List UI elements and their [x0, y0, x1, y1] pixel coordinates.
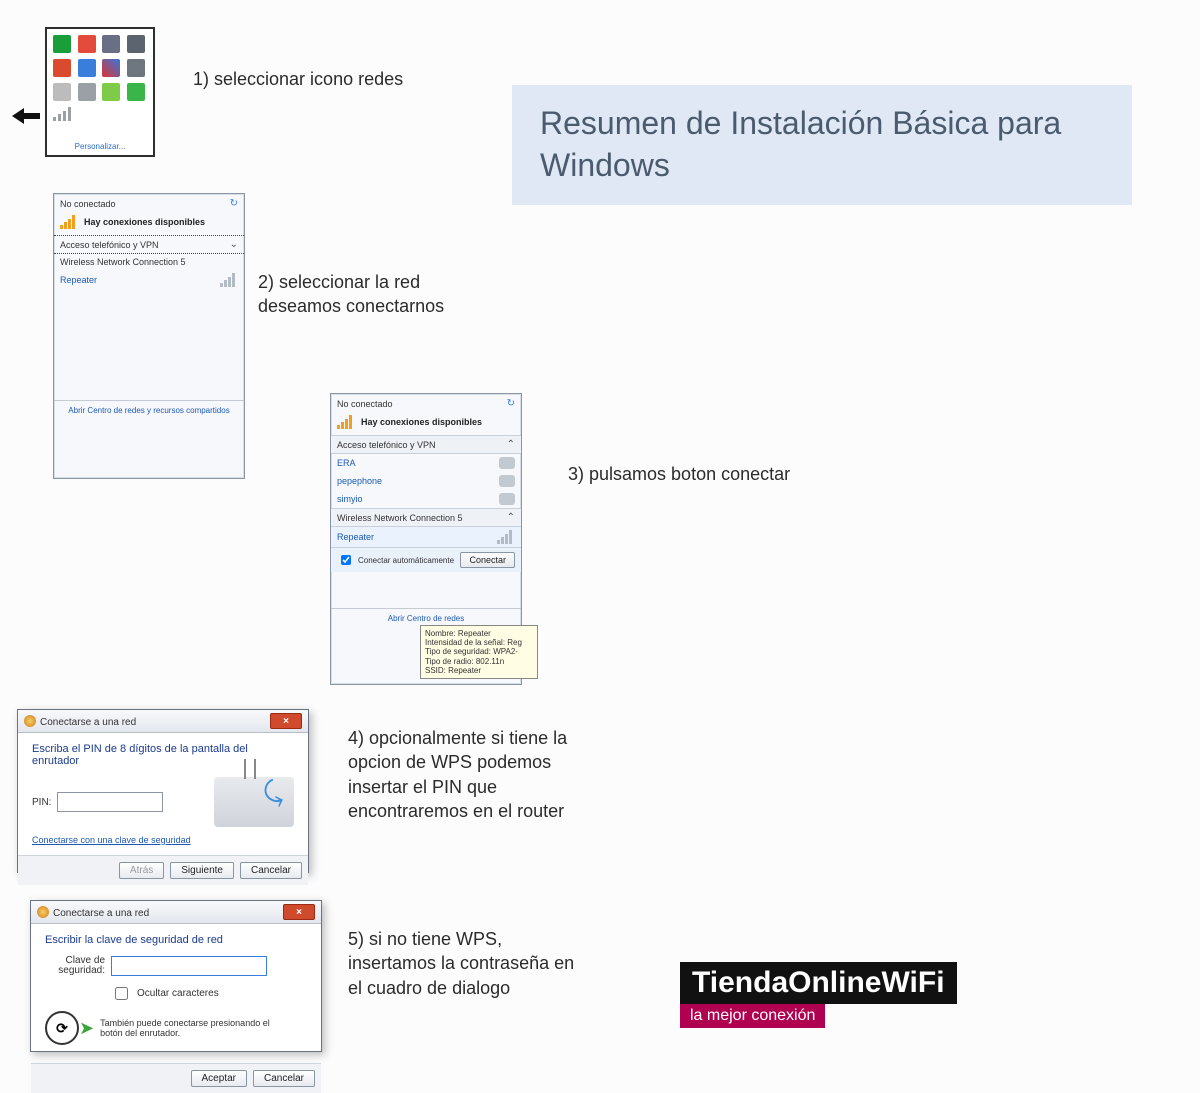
hide-chars-checkbox[interactable] [115, 987, 128, 1000]
network-item-repeater-selected[interactable]: Repeater [331, 527, 521, 547]
status-label: No conectado [60, 199, 116, 209]
tray-icon[interactable] [78, 59, 96, 77]
network-name: Repeater [60, 275, 97, 285]
cancel-button[interactable]: Cancelar [240, 862, 302, 879]
arrow-icon: ➤ [79, 1018, 94, 1039]
tooltip-line: Nombre: Repeater [425, 629, 533, 638]
auto-connect-checkbox[interactable] [341, 555, 351, 565]
step2-caption: 2) seleccionar la red deseamos conectarn… [258, 270, 478, 319]
modem-icon [499, 493, 515, 505]
logo-tagline: la mejor conexión [680, 1004, 825, 1028]
open-network-center-link[interactable]: Abrir Centro de redes y recursos compart… [54, 400, 244, 420]
auto-connect-label: Conectar automáticamente [358, 556, 454, 565]
security-key-link[interactable]: Conectarse con una clave de seguridad [32, 835, 294, 845]
next-button[interactable]: Siguiente [170, 862, 234, 879]
wireless-section[interactable]: Wireless Network Connection 5 ⌃ [331, 508, 521, 527]
wps-pin-dialog: Conectarse a una red × Escriba el PIN de… [17, 709, 309, 873]
section-label: Wireless Network Connection 5 [337, 513, 463, 523]
back-button: Atrás [119, 862, 164, 879]
signal-icon [337, 415, 355, 429]
tray-icon[interactable] [53, 35, 71, 53]
modem-icon [499, 475, 515, 487]
page-title: Resumen de Instalación Básica para Windo… [512, 85, 1132, 205]
section-label: Acceso telefónico y VPN [337, 440, 436, 450]
tray-icon[interactable] [53, 83, 71, 101]
hide-chars-label: Ocultar caracteres [137, 988, 219, 999]
vpn-item[interactable]: pepephone [331, 472, 521, 490]
chevron-down-icon: ⌄ [230, 239, 238, 250]
wps-hint: También puede conectarse presionando el … [100, 1018, 270, 1038]
dialog-icon [37, 906, 49, 918]
network-icon[interactable] [53, 107, 71, 121]
vpn-item[interactable]: ERA [331, 454, 521, 472]
step1-caption: 1) seleccionar icono redes [193, 67, 403, 91]
status-label: No conectado [337, 399, 393, 409]
pin-label: PIN: [32, 797, 51, 808]
close-button[interactable]: × [283, 904, 315, 920]
network-name: ERA [337, 458, 356, 468]
dialup-section[interactable]: Acceso telefónico y VPN ⌄ [54, 235, 244, 254]
tray-icon[interactable] [102, 35, 120, 53]
tooltip-line: Intensidad de la señal: Reg [425, 638, 533, 647]
tray-icon[interactable] [78, 35, 96, 53]
systray-panel: Personalizar... [45, 27, 155, 157]
step3-caption: 3) pulsamos boton conectar [568, 462, 790, 486]
dialog-title: Conectarse a una red [40, 717, 136, 728]
signal-icon [220, 273, 238, 287]
tray-icon[interactable] [102, 59, 120, 77]
cancel-button[interactable]: Cancelar [253, 1070, 315, 1087]
password-dialog: Conectarse a una red × Escribir la clave… [30, 900, 322, 1052]
dialog-icon [24, 715, 36, 727]
tray-icon[interactable] [53, 59, 71, 77]
wireless-section[interactable]: Wireless Network Connection 5 [54, 254, 244, 270]
accept-button[interactable]: Aceptar [191, 1070, 247, 1087]
tooltip-line: SSID: Repeater [425, 666, 533, 675]
chevron-up-icon: ⌃ [507, 439, 515, 450]
refresh-icon[interactable]: ↻ [230, 198, 238, 209]
network-tooltip: Nombre: Repeater Intensidad de la señal:… [420, 625, 538, 679]
customize-link[interactable]: Personalizar... [47, 142, 153, 151]
brand-logo: TiendaOnlineWiFi la mejor conexión [680, 962, 957, 1028]
network-item-repeater[interactable]: Repeater [54, 270, 244, 290]
signal-icon [60, 215, 78, 229]
dialog-title: Conectarse a una red [53, 908, 149, 919]
dialog-instruction: Escribir la clave de seguridad de red [45, 934, 307, 946]
tray-icon[interactable] [127, 35, 145, 53]
tooltip-line: Tipo de radio: 802.11n [425, 657, 533, 666]
step5-caption: 5) si no tiene WPS, insertamos la contra… [348, 927, 578, 1000]
connect-row: Conectar automáticamente Conectar [331, 547, 521, 572]
logo-title: TiendaOnlineWiFi [680, 962, 957, 1004]
refresh-icon[interactable]: ↻ [507, 398, 515, 409]
signal-icon [497, 530, 515, 544]
avail-label: Hay conexiones disponibles [84, 217, 205, 227]
chevron-up-icon: ⌃ [507, 512, 515, 523]
network-flyout: No conectado ↻ Hay conexiones disponible… [53, 193, 245, 479]
step4-caption: 4) opcionalmente si tiene la opcion de W… [348, 726, 578, 823]
dialup-section[interactable]: Acceso telefónico y VPN ⌃ [331, 435, 521, 454]
section-label: Acceso telefónico y VPN [60, 240, 159, 250]
modem-icon [499, 457, 515, 469]
wps-icon: ⟳ [45, 1011, 79, 1045]
pin-input[interactable] [57, 792, 163, 812]
connect-button[interactable]: Conectar [460, 552, 515, 568]
tray-icon[interactable] [102, 83, 120, 101]
network-name: pepephone [337, 476, 382, 486]
close-button[interactable]: × [270, 713, 302, 729]
tray-icon[interactable] [127, 83, 145, 101]
network-name: Repeater [337, 532, 374, 542]
pointer-arrow-icon [12, 108, 40, 124]
key-label: Clave de seguridad: [45, 956, 105, 976]
tray-icon[interactable] [78, 83, 96, 101]
tooltip-line: Tipo de seguridad: WPA2- [425, 647, 533, 656]
vpn-item[interactable]: simyio [331, 490, 521, 508]
network-name: simyio [337, 494, 363, 504]
security-key-input[interactable] [111, 956, 267, 976]
tray-icon[interactable] [127, 59, 145, 77]
avail-label: Hay conexiones disponibles [361, 417, 482, 427]
section-label: Wireless Network Connection 5 [60, 257, 186, 267]
